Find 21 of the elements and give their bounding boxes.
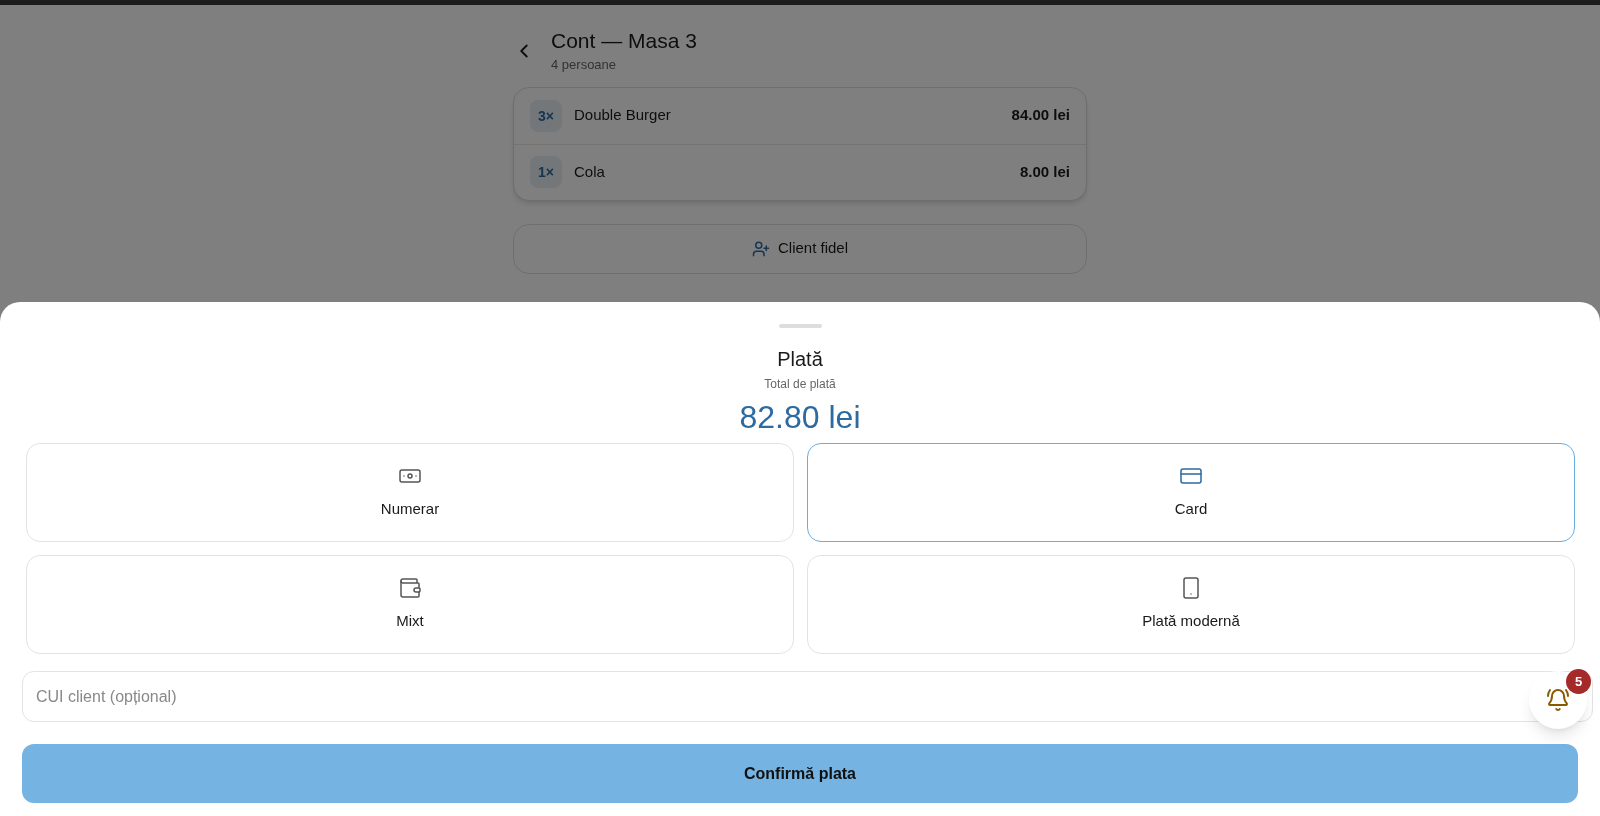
add-user-icon bbox=[751, 239, 770, 258]
payment-method-option[interactable]: Card bbox=[807, 443, 1575, 542]
total-label: Total de plată bbox=[764, 376, 836, 393]
item-name: Double Burger bbox=[574, 105, 671, 126]
bell-icon bbox=[1546, 688, 1570, 712]
item-price: 84.00 lei bbox=[1011, 105, 1070, 126]
drag-handle[interactable] bbox=[778, 324, 822, 328]
wallet-icon bbox=[398, 576, 422, 601]
loyal-client-button[interactable]: Client fidel bbox=[513, 223, 1087, 274]
quantity-badge: 3× bbox=[530, 99, 562, 132]
quantity-badge: 1× bbox=[530, 156, 562, 188]
payment-method-option[interactable]: Plată modernă bbox=[807, 555, 1575, 654]
confirm-payment-button[interactable]: Confirmă plata bbox=[22, 744, 1578, 803]
payment-method-option[interactable]: Numerar bbox=[26, 443, 794, 542]
payment-method-option[interactable]: Mixt bbox=[26, 555, 794, 654]
page-title: Cont — Masa 3 bbox=[551, 28, 697, 54]
sheet-title: Plată bbox=[777, 347, 823, 371]
item-name: Cola bbox=[574, 161, 605, 182]
total-amount: 82.80 lei bbox=[739, 398, 861, 437]
item-price: 8.00 lei bbox=[1019, 161, 1070, 182]
guest-count: 4 persoane bbox=[551, 56, 618, 74]
